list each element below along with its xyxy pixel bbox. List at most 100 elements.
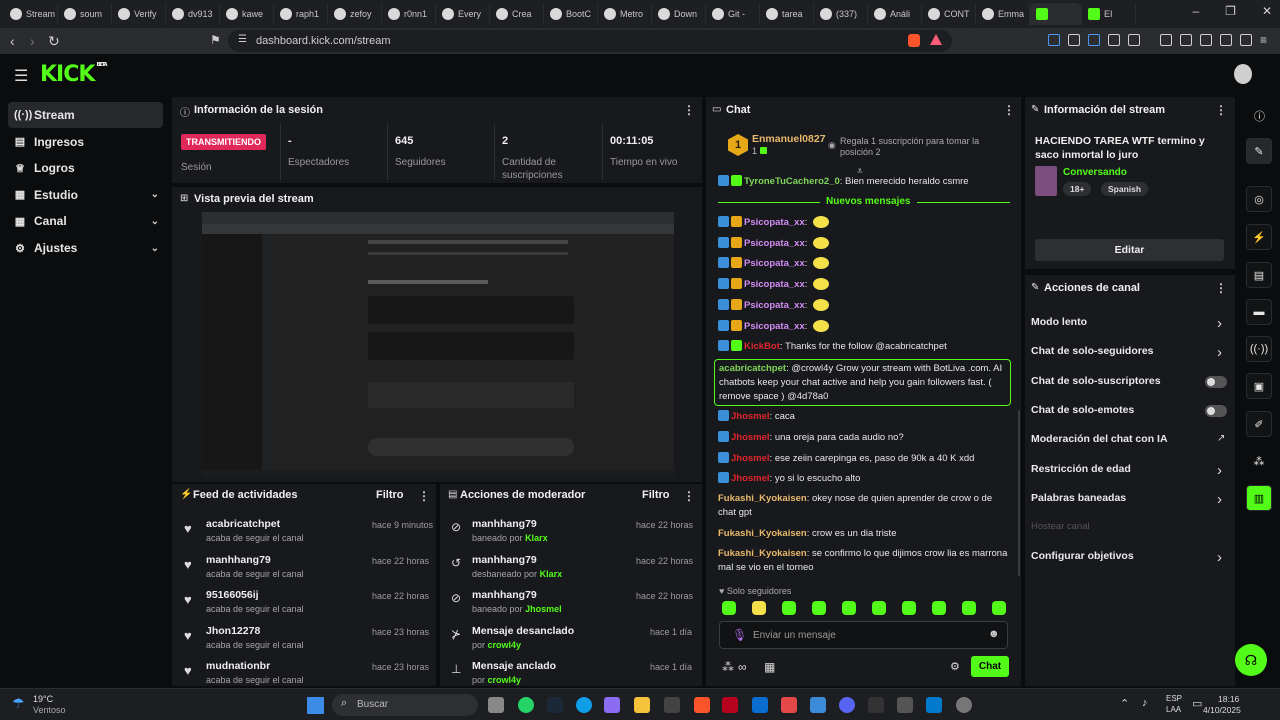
chat-username[interactable]: Jhosmel — [731, 411, 770, 422]
channel-action-label[interactable]: Moderación del chat con IA — [1031, 433, 1168, 445]
channel-action-label[interactable]: Modo lento — [1031, 316, 1087, 328]
more-options-icon[interactable]: ⋮ — [1215, 281, 1227, 295]
chat-username[interactable]: Psicopata_xx — [744, 217, 805, 228]
chat-username[interactable]: Fukashi_Kyokaisen — [718, 548, 807, 559]
stream-tag[interactable]: Spanish — [1101, 182, 1149, 196]
netflix-icon[interactable] — [722, 697, 738, 713]
shield-icon[interactable] — [1240, 34, 1252, 46]
network-icon[interactable]: ▭ — [1192, 697, 1202, 710]
windows-start-icon[interactable] — [307, 697, 324, 714]
terminal-icon[interactable] — [868, 697, 884, 713]
browser-tab[interactable]: (337) — [814, 3, 868, 25]
more-options-icon[interactable]: ⋮ — [1215, 103, 1227, 117]
browser-tab[interactable]: BootC — [544, 3, 598, 25]
chat-username[interactable]: Psicopata_xx — [744, 300, 805, 311]
channel-action-label[interactable]: Chat de solo-seguidores — [1031, 345, 1154, 357]
mic-icon[interactable]: 🎙 — [732, 628, 747, 642]
chat-username[interactable]: TyroneTuCachero2_0 — [744, 176, 840, 187]
browser-tab[interactable]: Git - — [706, 3, 760, 25]
chat-settings-icon[interactable]: ⚙ — [950, 660, 960, 673]
mod-action-title[interactable]: manhhang79 — [472, 518, 537, 530]
brave-icon[interactable] — [694, 697, 710, 713]
activity-filter-button[interactable]: Filtro — [376, 489, 404, 501]
emote-icon[interactable] — [782, 601, 796, 615]
chevron-right-icon[interactable]: › — [1217, 491, 1222, 508]
chevron-right-icon[interactable]: › — [1217, 315, 1222, 332]
chat-username[interactable]: Jhosmel — [731, 453, 770, 464]
send-chat-button[interactable]: Chat — [971, 656, 1009, 677]
edit-stream-button[interactable]: Editar — [1035, 239, 1224, 261]
emote-icon[interactable] — [992, 601, 1006, 615]
browser-tab[interactable]: Verify — [112, 3, 166, 25]
discord-icon[interactable] — [839, 697, 855, 713]
browser-tab[interactable]: Every — [436, 3, 490, 25]
sidebar-item-canal[interactable]: ▦ Canal ⌄ — [8, 208, 163, 234]
emote-icon[interactable] — [872, 601, 886, 615]
chevron-right-icon[interactable]: › — [1217, 462, 1222, 479]
gift-sub-prompt[interactable]: Regala 1 suscripción para tomar la posic… — [840, 136, 1010, 158]
feed-username[interactable]: Jhon12278 — [206, 625, 260, 637]
browser-tab[interactable]: dv913 — [166, 3, 220, 25]
document-icon[interactable]: ▤ — [1246, 262, 1272, 288]
chat-username[interactable]: Fukashi_Kyokaisen — [718, 528, 807, 539]
more-options-icon[interactable]: ⋮ — [683, 103, 695, 117]
browser-tab[interactable]: kawe — [220, 3, 274, 25]
lightning-icon[interactable]: ⚡ — [1246, 224, 1272, 250]
toggle-switch[interactable] — [1205, 404, 1227, 417]
github-icon[interactable] — [956, 697, 972, 713]
browser-tab[interactable]: r0nn1 — [382, 3, 436, 25]
top-gifter-name[interactable]: Enmanuel0827 — [752, 133, 826, 145]
site-settings-icon[interactable]: ☰ — [238, 34, 247, 45]
chat-bubble-icon[interactable]: ▬ — [1246, 299, 1272, 325]
back-icon[interactable]: ‹ — [10, 33, 15, 49]
chevron-right-icon[interactable]: › — [1217, 344, 1222, 361]
browser-tab[interactable]: Análi — [868, 3, 922, 25]
chat-username[interactable]: Psicopata_xx — [744, 258, 805, 269]
language-indicator[interactable]: ESP — [1166, 694, 1182, 703]
browser-tab[interactable]: zefoy — [328, 3, 382, 25]
feed-username[interactable]: manhhang79 — [206, 554, 271, 566]
more-options-icon[interactable]: ⋮ — [683, 489, 695, 503]
community-icon[interactable]: ⁂ — [722, 660, 734, 674]
sidebar-item-logros[interactable]: ♕ Logros — [8, 155, 163, 181]
app-icon[interactable] — [897, 697, 913, 713]
channel-action-label[interactable]: Configurar objetivos — [1031, 550, 1134, 562]
extension-icon[interactable] — [1088, 34, 1100, 46]
clock-time[interactable]: 18:16 — [1218, 694, 1239, 704]
toggle-switch[interactable] — [1205, 375, 1227, 388]
music-icon[interactable] — [1160, 34, 1172, 46]
maximize-icon[interactable]: ❐ — [1225, 4, 1236, 18]
browser-tab[interactable]: tarea — [760, 3, 814, 25]
mod-action-title[interactable]: Mensaje anclado — [472, 660, 556, 672]
menu-icon[interactable]: ≡ — [1260, 33, 1267, 47]
category-link[interactable]: Conversando — [1063, 167, 1127, 178]
forward-icon[interactable]: › — [30, 33, 35, 49]
chat-username[interactable]: Psicopata_xx — [744, 279, 805, 290]
emote-icon[interactable] — [752, 601, 766, 615]
file-explorer-icon[interactable] — [634, 697, 650, 713]
stream-preview-video[interactable] — [202, 212, 674, 478]
browser-tab[interactable]: Metro — [598, 3, 652, 25]
broadcast-icon[interactable]: ((·)) — [1246, 336, 1272, 362]
chat-username[interactable]: acabricatchpet — [719, 363, 786, 374]
extension-icon[interactable] — [1108, 34, 1120, 46]
external-link-icon[interactable]: ↗ — [1217, 433, 1225, 444]
channel-action-label[interactable]: Chat de solo-suscriptores — [1031, 375, 1161, 387]
mod-action-title[interactable]: manhhang79 — [472, 554, 537, 566]
moderator-name[interactable]: Klarx — [525, 533, 548, 543]
chat-username[interactable]: Fukashi_Kyokaisen — [718, 493, 807, 504]
wrench-icon[interactable]: ✐ — [1246, 411, 1272, 437]
vpn-icon[interactable] — [1220, 34, 1232, 46]
extension-icon[interactable] — [1128, 34, 1140, 46]
weather-icon[interactable]: ☂ — [12, 695, 25, 712]
browser-tab[interactable]: EI — [1082, 3, 1136, 25]
moderator-name[interactable]: Jhosmel — [525, 604, 562, 614]
chat-username[interactable]: Jhosmel — [731, 432, 770, 443]
rewards-icon[interactable] — [930, 34, 942, 45]
sidebar-item-ingresos[interactable]: ▤ Ingresos — [8, 129, 163, 155]
emote-icon[interactable] — [932, 601, 946, 615]
moderator-name[interactable]: crowl4y — [488, 640, 522, 650]
taskbar-search[interactable]: ⌕ Buscar — [332, 694, 478, 716]
tray-expand-icon[interactable]: ⌃ — [1120, 697, 1129, 710]
mod-action-title[interactable]: manhhang79 — [472, 589, 537, 601]
